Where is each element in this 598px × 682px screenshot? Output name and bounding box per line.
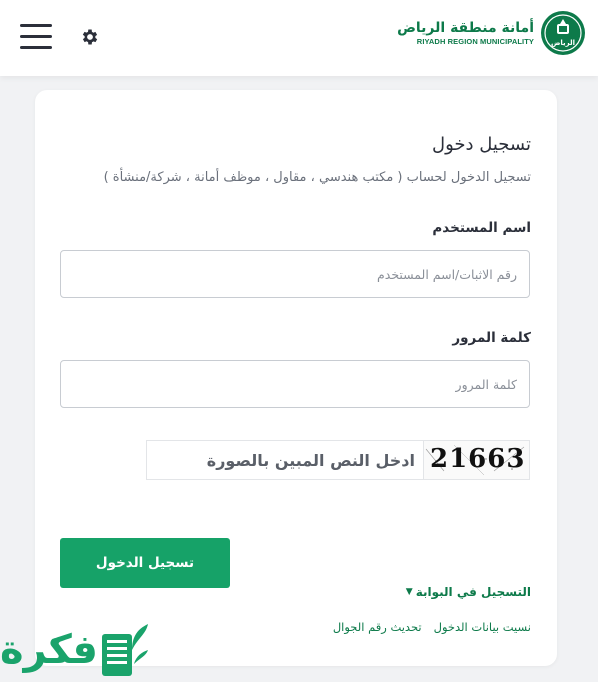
gear-icon[interactable] [80,27,100,47]
password-label: كلمة المرور [452,330,531,346]
captcha-code: 21663 [430,444,526,474]
username-label: اسم المستخدم [432,220,531,236]
username-input[interactable] [60,250,530,298]
book-leaf-icon [102,624,148,676]
login-submit-button[interactable]: تسجيل الدخول [60,538,230,588]
captcha-field: 21663 [146,440,530,480]
logo-arabic-text: أمانة منطقة الرياض [397,19,534,36]
password-input[interactable] [60,360,530,408]
login-subtitle: تسجيل الدخول لحساب ( مكتب هندسي ، مقاول … [103,170,531,185]
municipality-emblem-icon: الرياض [541,11,585,55]
caret-down-icon: ▼ [405,587,413,597]
logo-english-text: RIYADH REGION MUNICIPALITY [416,36,534,46]
account-links: نسيت بيانات الدخول تحديث رقم الجوال [333,620,531,634]
hamburger-menu-icon[interactable] [20,24,52,50]
emblem-text: الرياض [551,39,575,47]
riyadh-municipality-logo[interactable]: الرياض أمانة منطقة الرياض RIYADH REGION … [397,8,586,58]
captcha-input[interactable] [147,441,423,479]
login-card: تسجيل دخول تسجيل الدخول لحساب ( مكتب هند… [35,90,557,666]
portal-register-label: التسجيل في البوابة [415,585,531,599]
page-title: تسجيل دخول [432,134,531,155]
watermark-logo: فكرة [0,618,160,682]
forgot-credentials-link[interactable]: نسيت بيانات الدخول [434,620,531,634]
captcha-image: 21663 [423,441,529,479]
portal-register-link[interactable]: التسجيل في البوابة ▼ [406,585,531,599]
watermark-text: فكرة [0,627,98,673]
top-header: الرياض أمانة منطقة الرياض RIYADH REGION … [0,0,598,76]
update-mobile-link[interactable]: تحديث رقم الجوال [333,620,422,634]
